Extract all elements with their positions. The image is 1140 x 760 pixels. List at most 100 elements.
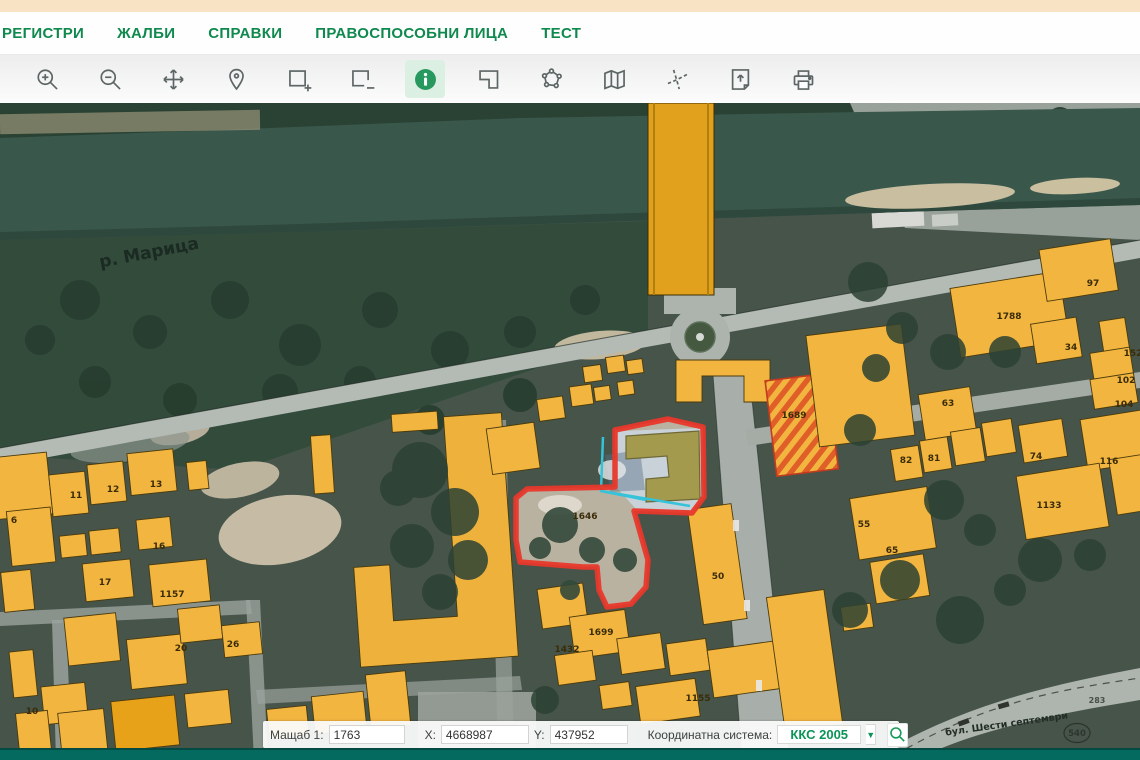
map-feature: [390, 524, 434, 568]
map-label: 102: [1117, 376, 1136, 386]
map-label: 116: [1100, 457, 1119, 467]
map-label: 20: [175, 644, 188, 654]
map-canvas[interactable]: р. Марица6111213161711571020261646505565…: [0, 0, 1140, 760]
top-accent-strip: [0, 0, 1140, 12]
identify-tool-button[interactable]: [405, 60, 445, 98]
menu-item-pravosposobni-litsa[interactable]: ПРАВОСПОСОБНИ ЛИЦА: [315, 25, 508, 42]
map-feature: [531, 686, 559, 714]
map-feature: [862, 354, 890, 382]
map-feature: [186, 460, 209, 490]
map-feature: [880, 560, 920, 600]
export-tool-button[interactable]: [720, 60, 760, 98]
map-feature: [64, 613, 121, 666]
locate-tool-button[interactable]: [216, 60, 256, 98]
map-sheets-tool-button[interactable]: [594, 60, 634, 98]
zoom-rect-out-tool-button[interactable]: [342, 60, 382, 98]
previous-extent-icon: [475, 66, 502, 93]
map-feature: [599, 682, 632, 710]
map-feature: [924, 480, 964, 520]
map-feature: [964, 514, 996, 546]
locate-icon: [223, 66, 250, 93]
map-feature: [560, 580, 580, 600]
map-feature: [554, 650, 596, 685]
map-feature: [431, 488, 479, 536]
map-feature: [756, 680, 762, 691]
map-feature: [886, 312, 918, 344]
measure-area-tool-button[interactable]: [531, 60, 571, 98]
map-feature: [583, 364, 603, 382]
y-coordinate-input[interactable]: [550, 725, 628, 744]
map-label: 540: [1068, 729, 1086, 739]
map-label: 12: [107, 485, 120, 495]
zoom-out-icon: [97, 66, 124, 93]
map-label: 26: [227, 640, 240, 650]
menu-item-spravki[interactable]: СПРАВКИ: [208, 25, 282, 42]
previous-extent-tool-button[interactable]: [468, 60, 508, 98]
bottom-accent-strip: [0, 748, 1140, 760]
map-label: 283: [1089, 696, 1106, 705]
x-coordinate-input[interactable]: [441, 725, 529, 744]
print-icon: [790, 66, 817, 93]
map-label: 82: [900, 456, 913, 466]
map-toolbar: [0, 55, 1140, 103]
map-label: 1133: [1036, 501, 1061, 511]
map-feature: [111, 695, 180, 751]
crs-select[interactable]: ККС 2005: [777, 725, 861, 744]
map-feature: [932, 213, 959, 226]
map-feature: [844, 414, 876, 446]
crs-label: Координатна система:: [648, 728, 773, 742]
map-label: 6: [11, 516, 17, 526]
menu-item-zhalbi[interactable]: ЖАЛБИ: [117, 25, 175, 42]
map-label: 13: [150, 480, 163, 490]
zoom-in-icon: [34, 66, 61, 93]
menu-item-registri[interactable]: РЕГИСТРИ: [2, 25, 84, 42]
map-feature: [9, 650, 38, 698]
crs-dropdown-arrow-icon[interactable]: ▼: [866, 724, 876, 745]
map-feature: [981, 419, 1016, 457]
crossroads-icon: [664, 66, 691, 93]
map-feature: [87, 461, 127, 505]
map-feature: [950, 427, 985, 465]
map-feature: [994, 574, 1026, 606]
map-feature: [696, 333, 704, 341]
zoom-rect-in-icon: [286, 66, 313, 93]
map-label: 63: [942, 399, 955, 409]
map-label: 152: [1124, 349, 1140, 359]
map-feature: [1018, 538, 1062, 582]
map-feature: [163, 383, 197, 417]
map-feature: [930, 334, 966, 370]
map-feature: [59, 534, 87, 559]
print-tool-button[interactable]: [783, 60, 823, 98]
search-icon: [888, 725, 907, 744]
map-label: 1157: [159, 590, 184, 600]
zoom-in-tool-button[interactable]: [27, 60, 67, 98]
map-feature: [848, 262, 888, 302]
map-label: 17: [99, 578, 112, 588]
map-label: 1699: [588, 628, 613, 638]
map-feature: [177, 605, 222, 643]
pan-tool-button[interactable]: [153, 60, 193, 98]
zoom-out-tool-button[interactable]: [90, 60, 130, 98]
coordinate-search-button[interactable]: [887, 723, 908, 747]
scale-input[interactable]: [329, 725, 405, 744]
zoom-rect-in-tool-button[interactable]: [279, 60, 319, 98]
map-feature: [380, 470, 416, 506]
crs-selected-value: ККС 2005: [790, 727, 848, 742]
map-feature: [486, 422, 540, 474]
map-feature: [1039, 239, 1118, 302]
crossroads-tool-button[interactable]: [657, 60, 697, 98]
map-feature: [184, 689, 231, 727]
map-label: 65: [886, 546, 899, 556]
map-feature: [1018, 419, 1067, 463]
map-label: 104: [1115, 400, 1134, 410]
map-label: 1432: [554, 645, 579, 655]
menu-item-test[interactable]: ТЕСТ: [541, 25, 581, 42]
map-feature: [666, 638, 710, 675]
map-feature: [989, 336, 1021, 368]
map-feature: [936, 596, 984, 644]
map-feature: [362, 292, 398, 328]
map-label: 1155: [685, 694, 710, 704]
map-label: 16: [153, 542, 166, 552]
map-feature: [579, 537, 605, 563]
map-feature: [605, 355, 625, 373]
